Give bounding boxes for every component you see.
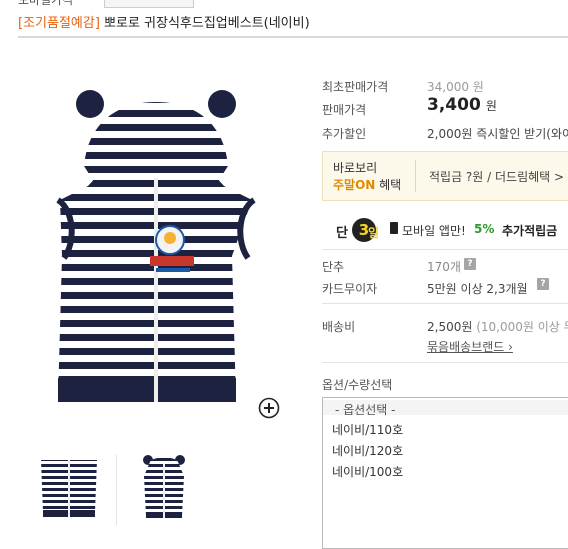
top-bar: 모바일가격: [0, 0, 568, 8]
shipping-fee: 2,500원: [427, 320, 473, 334]
title-divider: [18, 36, 568, 38]
extra-discount-label: 추가할인: [322, 127, 367, 141]
sale-price-unit: 원: [485, 99, 497, 113]
shipping-value: 2,500원 (10,000원 이상 무: [427, 318, 568, 335]
mobile-percent: 5%: [474, 222, 495, 236]
shipping-label: 배송비: [322, 320, 356, 334]
options-header: - 옵션선택 -: [335, 403, 396, 417]
card-value: 5만원 이상 2,3개월: [427, 282, 528, 296]
stock-value: 170개: [427, 260, 461, 274]
sale-price: 3,400 원: [427, 95, 497, 115]
promo-right-text: 적립금 ?원 / 더드림혜택 >: [429, 170, 565, 184]
section-divider-1: [322, 249, 568, 250]
option-item[interactable]: 네이비/100호: [332, 463, 403, 480]
product-name: 뽀로로 귀장식후드집업베스트(네이비): [99, 16, 310, 31]
options-listbox[interactable]: - 옵션선택 - 네이비/110호 네이비/120호 네이비/100호: [322, 397, 568, 549]
original-price-value: 34,000 원: [427, 80, 484, 94]
product-title: [조기품절예감] 뽀로로 귀장식후드집업베스트(네이비): [18, 12, 310, 31]
weekend-promo-box[interactable]: 바로보리 주말ON 혜택 적립금 ?원 / 더드림혜택 >: [322, 151, 568, 201]
sale-price-label: 판매가격: [322, 103, 367, 117]
card-label: 카드무이자: [322, 282, 378, 296]
promo-divider: [415, 160, 416, 192]
zoom-plus-icon[interactable]: [258, 397, 280, 419]
mobile-text-prefix: 모바일 앱만!: [402, 224, 466, 238]
thumbs-divider: [116, 455, 117, 525]
thumbnail-1[interactable]: [33, 452, 105, 524]
product-tag: [조기품절예감]: [18, 16, 100, 31]
option-item[interactable]: 네이비/110호: [332, 421, 403, 438]
bundle-shipping-link[interactable]: 묶음배송브랜드 ›: [427, 338, 513, 355]
dan-label: 단: [336, 226, 348, 241]
promo-line2: 주말ON 혜택: [333, 176, 401, 193]
section-divider-3: [322, 362, 568, 363]
options-header-row[interactable]: - 옵션선택 -: [323, 400, 568, 417]
extra-discount-link[interactable]: 2,000원 즉시할인 받기(와이: [427, 125, 568, 142]
mobile-text-suffix: 추가적립금: [502, 224, 558, 238]
mobile-price-button[interactable]: [104, 0, 194, 8]
promo-rest: 혜택: [375, 178, 402, 192]
options-title: 옵션/수량선택: [322, 378, 393, 392]
option-item[interactable]: 네이비/120호: [332, 442, 403, 459]
question-icon[interactable]: ?: [464, 258, 476, 270]
sale-price-value: 3,400: [427, 95, 481, 115]
section-divider-2: [322, 303, 568, 304]
original-price-label: 최초판매가격: [322, 80, 389, 94]
mobile-price-label: 모바일가격: [18, 0, 74, 7]
promo-line1: 바로보리: [333, 161, 378, 175]
promo-accent: 주말ON: [333, 178, 376, 192]
thumbnail-2[interactable]: [128, 452, 200, 524]
question-icon[interactable]: ?: [537, 278, 549, 290]
shipping-note: (10,000원 이상 무: [476, 320, 568, 334]
il-label: 일: [368, 226, 380, 240]
phone-icon: [390, 222, 398, 234]
product-main-image[interactable]: [18, 82, 294, 418]
stock-label: 단추: [322, 260, 345, 274]
